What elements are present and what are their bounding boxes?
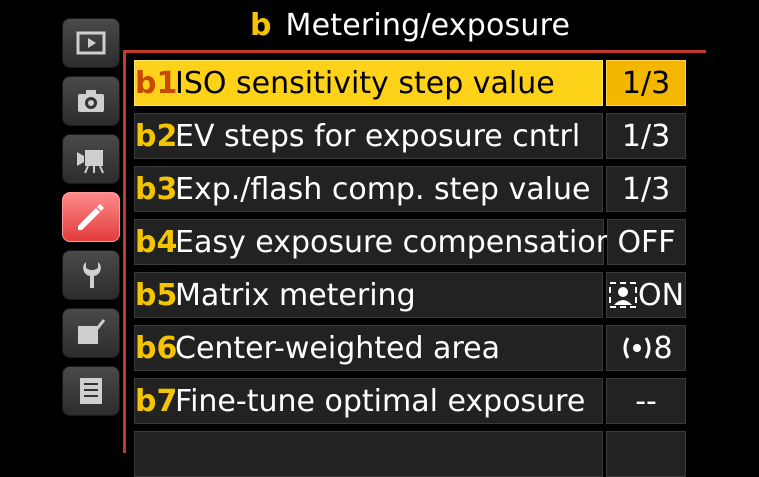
row-label: ISO sensitivity step value bbox=[175, 65, 555, 101]
row-label: Exp./flash comp. step value bbox=[175, 171, 591, 207]
menu-code: b bbox=[250, 7, 272, 43]
sidebar-item-shooting[interactable] bbox=[62, 76, 120, 126]
row-label: Matrix metering bbox=[175, 277, 416, 313]
retouch-icon bbox=[78, 319, 106, 344]
row-label: Fine-tune optimal exposure bbox=[175, 383, 586, 419]
row-value: 8 bbox=[653, 330, 673, 366]
menu-row-b2[interactable]: b2 EV steps for exposure cntrl 1/3 bbox=[134, 113, 686, 159]
row-code: b3 bbox=[135, 171, 178, 207]
sidebar-item-playback[interactable] bbox=[62, 18, 120, 68]
sidebar bbox=[62, 18, 120, 418]
movie-icon bbox=[77, 150, 104, 174]
menu-row-partial[interactable] bbox=[134, 431, 686, 477]
row-value: -- bbox=[635, 383, 657, 419]
row-value: 1/3 bbox=[621, 118, 671, 154]
row-label: Center-weighted area bbox=[175, 330, 500, 366]
row-code: b5 bbox=[135, 277, 178, 313]
sidebar-item-my-menu[interactable] bbox=[62, 366, 120, 416]
row-value: OFF bbox=[617, 224, 676, 260]
pencil-icon bbox=[78, 204, 104, 230]
row-value: ON bbox=[638, 277, 685, 313]
sidebar-item-setup[interactable] bbox=[62, 250, 120, 300]
row-code: b1 bbox=[135, 65, 178, 101]
menu-title: Metering/exposure bbox=[285, 7, 571, 43]
sidebar-item-custom-settings[interactable] bbox=[62, 192, 120, 242]
menu-row-b3[interactable]: b3 Exp./flash comp. step value 1/3 bbox=[134, 166, 686, 212]
row-code: b2 bbox=[135, 118, 178, 154]
my-menu-icon bbox=[80, 378, 102, 404]
row-code: b7 bbox=[135, 383, 178, 419]
face-detection-icon bbox=[608, 281, 638, 309]
row-code: b6 bbox=[135, 330, 178, 366]
center-weighted-icon bbox=[620, 334, 654, 362]
wrench-icon bbox=[83, 262, 101, 288]
row-value: 1/3 bbox=[621, 171, 671, 207]
menu-row-b6[interactable]: b6 Center-weighted area 8 bbox=[134, 325, 686, 371]
sidebar-item-retouch[interactable] bbox=[62, 308, 120, 358]
menu-row-b7[interactable]: b7 Fine-tune optimal exposure -- bbox=[134, 378, 686, 424]
page-title: b Metering/exposure bbox=[250, 0, 570, 50]
row-label: Easy exposure compensation bbox=[175, 224, 615, 260]
menu-panel: b1 ISO sensitivity step value 1/3 b2 EV … bbox=[123, 50, 706, 477]
row-code: b4 bbox=[135, 224, 178, 260]
playback-icon bbox=[76, 31, 106, 55]
menu-row-b4[interactable]: b4 Easy exposure compensation OFF bbox=[134, 219, 686, 265]
camera-icon bbox=[78, 90, 104, 112]
menu-row-b1[interactable]: b1 ISO sensitivity step value 1/3 bbox=[134, 60, 686, 106]
menu-row-b5[interactable]: b5 Matrix metering ON bbox=[134, 272, 686, 318]
row-value: 1/3 bbox=[621, 65, 671, 101]
row-label: EV steps for exposure cntrl bbox=[175, 118, 581, 154]
sidebar-item-movie[interactable] bbox=[62, 134, 120, 184]
